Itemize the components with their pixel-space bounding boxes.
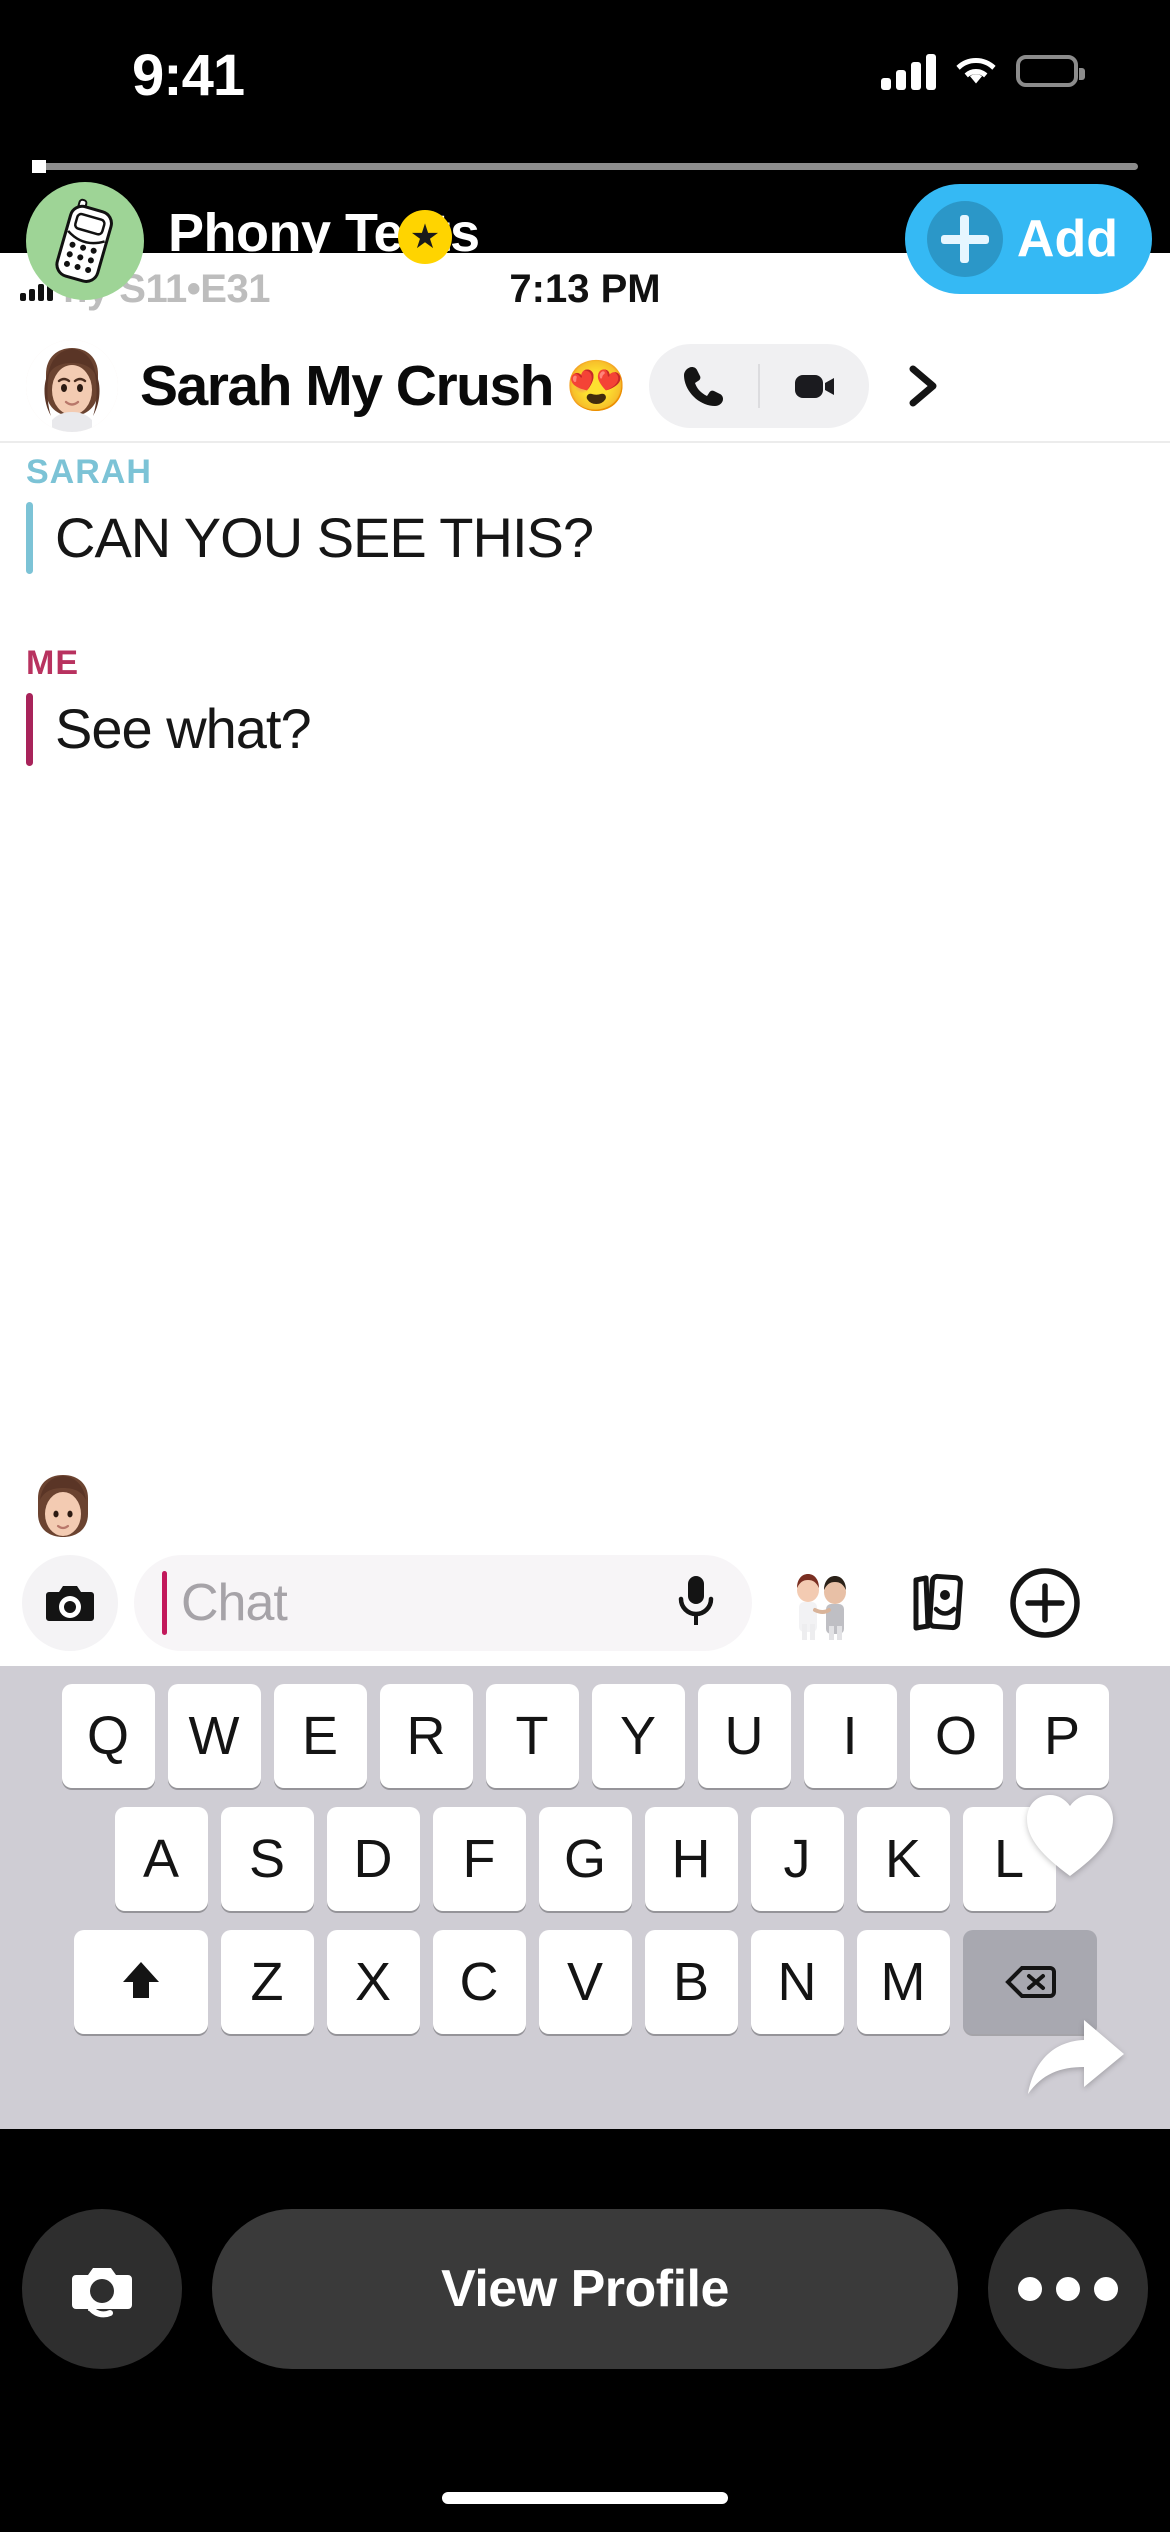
- flip-phone-icon: [26, 182, 144, 300]
- ios-status-indicators: [881, 52, 1085, 90]
- heart-overlay-icon: [1021, 1786, 1119, 1882]
- chat-action-icons: [782, 1564, 1084, 1642]
- add-button[interactable]: Add: [904, 184, 1152, 294]
- onscreen-keyboard: Q W E R T Y U I O P A S D F G H J K L Z: [0, 1666, 1170, 2129]
- message-sender: ME: [26, 644, 79, 683]
- message-list: SARAH CAN YOU SEE THIS? ME See what?: [0, 453, 1170, 836]
- chat-placeholder: Chat: [181, 1574, 288, 1632]
- message-item[interactable]: SARAH CAN YOU SEE THIS?: [0, 453, 1170, 575]
- top-divider-cap: [32, 160, 46, 173]
- key-g[interactable]: G: [538, 1807, 632, 1911]
- key-d[interactable]: D: [326, 1807, 420, 1911]
- app-canvas: ny S11•E31 7:13 PM Sarah My Crush 😍 SARA…: [0, 253, 1170, 1666]
- key-e[interactable]: E: [273, 1684, 367, 1788]
- key-h[interactable]: H: [644, 1807, 738, 1911]
- key-b[interactable]: B: [644, 1930, 738, 2034]
- conversation-header: Sarah My Crush 😍: [0, 331, 1170, 443]
- star-badge-icon: ★: [398, 210, 452, 264]
- key-f[interactable]: F: [432, 1807, 526, 1911]
- add-button-label: Add: [1016, 210, 1118, 268]
- key-w[interactable]: W: [167, 1684, 261, 1788]
- sender-bitmoji-icon: [22, 1466, 104, 1538]
- key-p[interactable]: P: [1015, 1684, 1109, 1788]
- battery-icon: [1016, 55, 1085, 87]
- key-r[interactable]: R: [379, 1684, 473, 1788]
- key-a[interactable]: A: [114, 1807, 208, 1911]
- camera-icon[interactable]: [22, 1555, 118, 1651]
- home-indicator: [442, 2492, 728, 2504]
- cellular-signal-icon: [881, 52, 936, 90]
- phone-screen: 9:41 Phony Texts ★ Add ny S11•E31 7:13 P…: [0, 0, 1170, 2532]
- key-m[interactable]: M: [856, 1930, 950, 2034]
- heart-eyes-emoji: 😍: [564, 358, 628, 414]
- top-divider: [32, 163, 1138, 170]
- message-item[interactable]: ME See what?: [0, 644, 1170, 766]
- more-dots-icon[interactable]: [988, 2209, 1148, 2369]
- camera-flip-icon[interactable]: [22, 2209, 182, 2369]
- key-v[interactable]: V: [538, 1930, 632, 2034]
- message-accent-bar: [26, 502, 33, 575]
- key-q[interactable]: Q: [61, 1684, 155, 1788]
- forward-arrow-overlay-icon: [1022, 2008, 1132, 2118]
- key-z[interactable]: Z: [220, 1930, 314, 2034]
- key-s[interactable]: S: [220, 1807, 314, 1911]
- ios-clock: 9:41: [132, 43, 245, 108]
- message-accent-bar: [26, 693, 33, 766]
- ios-status-bar: 9:41: [0, 0, 1170, 155]
- key-o[interactable]: O: [909, 1684, 1003, 1788]
- keyboard-row-1: Q W E R T Y U I O P: [0, 1684, 1170, 1788]
- message-text: CAN YOU SEE THIS?: [55, 506, 594, 569]
- message-text: See what?: [55, 697, 312, 761]
- plus-icon: [926, 201, 1003, 277]
- shift-arrow-icon[interactable]: [73, 1930, 208, 2034]
- sarah-avatar-icon[interactable]: [26, 340, 118, 432]
- key-t[interactable]: T: [485, 1684, 579, 1788]
- wifi-icon: [952, 53, 1000, 89]
- conversation-name: Sarah My Crush: [140, 354, 554, 418]
- chat-input-bar: Chat: [0, 1540, 1170, 1666]
- key-x[interactable]: X: [326, 1930, 420, 2034]
- bottom-action-bar: View Profile: [0, 2129, 1170, 2532]
- chat-input-field[interactable]: Chat: [134, 1555, 752, 1651]
- key-n[interactable]: N: [750, 1930, 844, 2034]
- key-j[interactable]: J: [750, 1807, 844, 1911]
- phone-call-icon[interactable]: [649, 344, 758, 428]
- plus-circle-icon[interactable]: [1006, 1564, 1084, 1642]
- call-actions-pill: [649, 344, 870, 428]
- message-body: CAN YOU SEE THIS?: [26, 502, 1170, 575]
- video-call-icon[interactable]: [760, 344, 869, 428]
- bottom-action-inner: View Profile: [0, 2209, 1170, 2369]
- friendmoji-icon[interactable]: [782, 1564, 860, 1642]
- key-c[interactable]: C: [432, 1930, 526, 2034]
- message-body: See what?: [26, 693, 1170, 766]
- keyboard-row-3: Z X C V B N M: [0, 1930, 1170, 2034]
- message-sender: SARAH: [26, 453, 152, 491]
- text-caret: [162, 1571, 167, 1635]
- more-dots-group: [1018, 2277, 1118, 2301]
- key-k[interactable]: K: [856, 1807, 950, 1911]
- keyboard-row-2: A S D F G H J K L: [0, 1807, 1170, 1911]
- microphone-icon[interactable]: [674, 1573, 718, 1634]
- key-i[interactable]: I: [803, 1684, 897, 1788]
- key-u[interactable]: U: [697, 1684, 791, 1788]
- sticker-cards-icon[interactable]: [894, 1564, 972, 1642]
- view-profile-button[interactable]: View Profile: [212, 2209, 958, 2369]
- key-y[interactable]: Y: [591, 1684, 685, 1788]
- chevron-right-icon[interactable]: [895, 359, 949, 413]
